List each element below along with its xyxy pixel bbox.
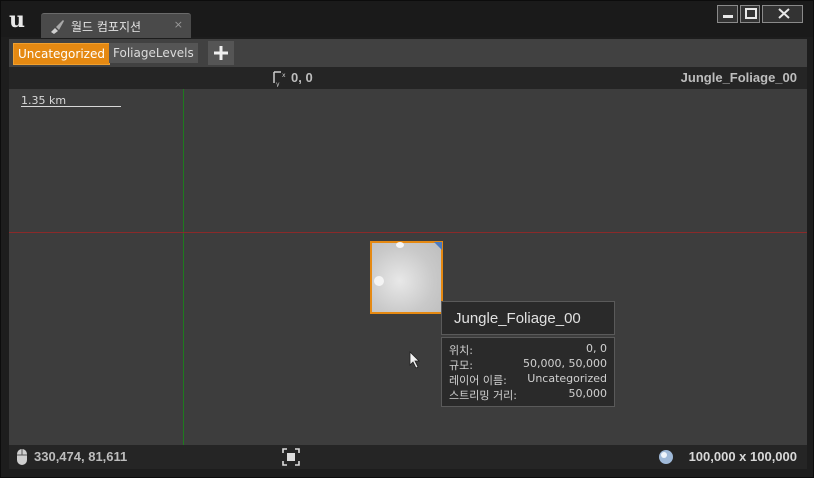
tile-texture-spot [396,242,404,248]
add-level-button[interactable] [208,41,234,65]
tooltip-row-scale: 규모: 50,000, 50,000 [449,357,607,372]
tooltip-key: 레이어 이름: [449,374,507,387]
axis-gizmo-icon: x y [273,71,286,87]
viewport-header: x y 0, 0 Jungle_Foliage_00 [9,67,807,89]
tooltip-value: 50,000 [568,387,608,400]
window-controls [717,5,805,23]
minimize-button[interactable] [717,5,738,23]
tooltip-title-box: Jungle_Foliage_00 [441,301,615,335]
tooltip-value: 0, 0 [586,342,607,355]
y-axis-line [183,89,184,469]
tile-texture-spot [374,276,384,286]
brush-icon [51,20,64,34]
viewport-footer: 330,474, 81,611 100,000 x 100,000 [9,445,807,469]
world-viewport[interactable]: x y 0, 0 Jungle_Foliage_00 1.35 km Jungl… [9,67,807,469]
svg-text:y: y [276,81,280,87]
mouse-icon [17,449,27,465]
world-composition-window: u 월드 컴포지션 × Uncategorized FoliageLevels [0,0,814,478]
unreal-logo-icon: u [9,7,25,31]
world-size-label: 100,000 x 100,000 [688,449,797,464]
tooltip-details: 위치: 0, 0 규모: 50,000, 50,000 레이어 이름: Unca… [441,337,615,407]
title-bar[interactable]: u 월드 컴포지션 × [1,1,813,38]
svg-text:x: x [282,72,286,79]
tooltip-key: 규모: [449,359,473,372]
world-name-label: Jungle_Foliage_00 [680,70,797,85]
tooltip-row-position: 위치: 0, 0 [449,342,607,357]
tooltip-title: Jungle_Foliage_00 [454,310,581,327]
tooltip-value: Uncategorized [527,372,607,385]
svg-text:u: u [9,7,25,31]
world-size-icon [659,450,673,464]
level-button-foliagelevels[interactable]: FoliageLevels [109,43,198,63]
tile-corner-marker [434,242,442,250]
plus-icon [214,46,228,60]
tab-world-composition[interactable]: 월드 컴포지션 × [41,13,191,38]
tooltip-key: 스트리밍 거리: [449,389,517,402]
origin-coordinates: 0, 0 [291,70,313,85]
mouse-world-coordinates: 330,474, 81,611 [34,449,128,464]
close-button[interactable] [762,5,803,23]
level-button-uncategorized[interactable]: Uncategorized [13,43,110,65]
scale-bar [21,106,121,107]
tab-label: 월드 컴포지션 [71,20,142,34]
tab-close-button[interactable]: × [174,18,183,31]
x-axis-line [9,232,807,233]
close-icon [778,8,790,19]
tooltip-row-layer-name: 레이어 이름: Uncategorized [449,372,607,387]
tooltip-key: 위치: [449,344,473,357]
tooltip-value: 50,000, 50,000 [523,357,607,370]
mouse-cursor-icon [409,351,420,369]
level-tile-jungle-foliage-00[interactable] [370,241,443,314]
maximize-icon [744,8,757,19]
fit-to-view-icon[interactable] [282,448,300,466]
minimize-icon [723,15,733,18]
tooltip-row-streaming-distance: 스트리밍 거리: 50,000 [449,387,608,402]
level-toolbar: Uncategorized FoliageLevels [9,39,807,67]
maximize-button[interactable] [739,5,761,23]
